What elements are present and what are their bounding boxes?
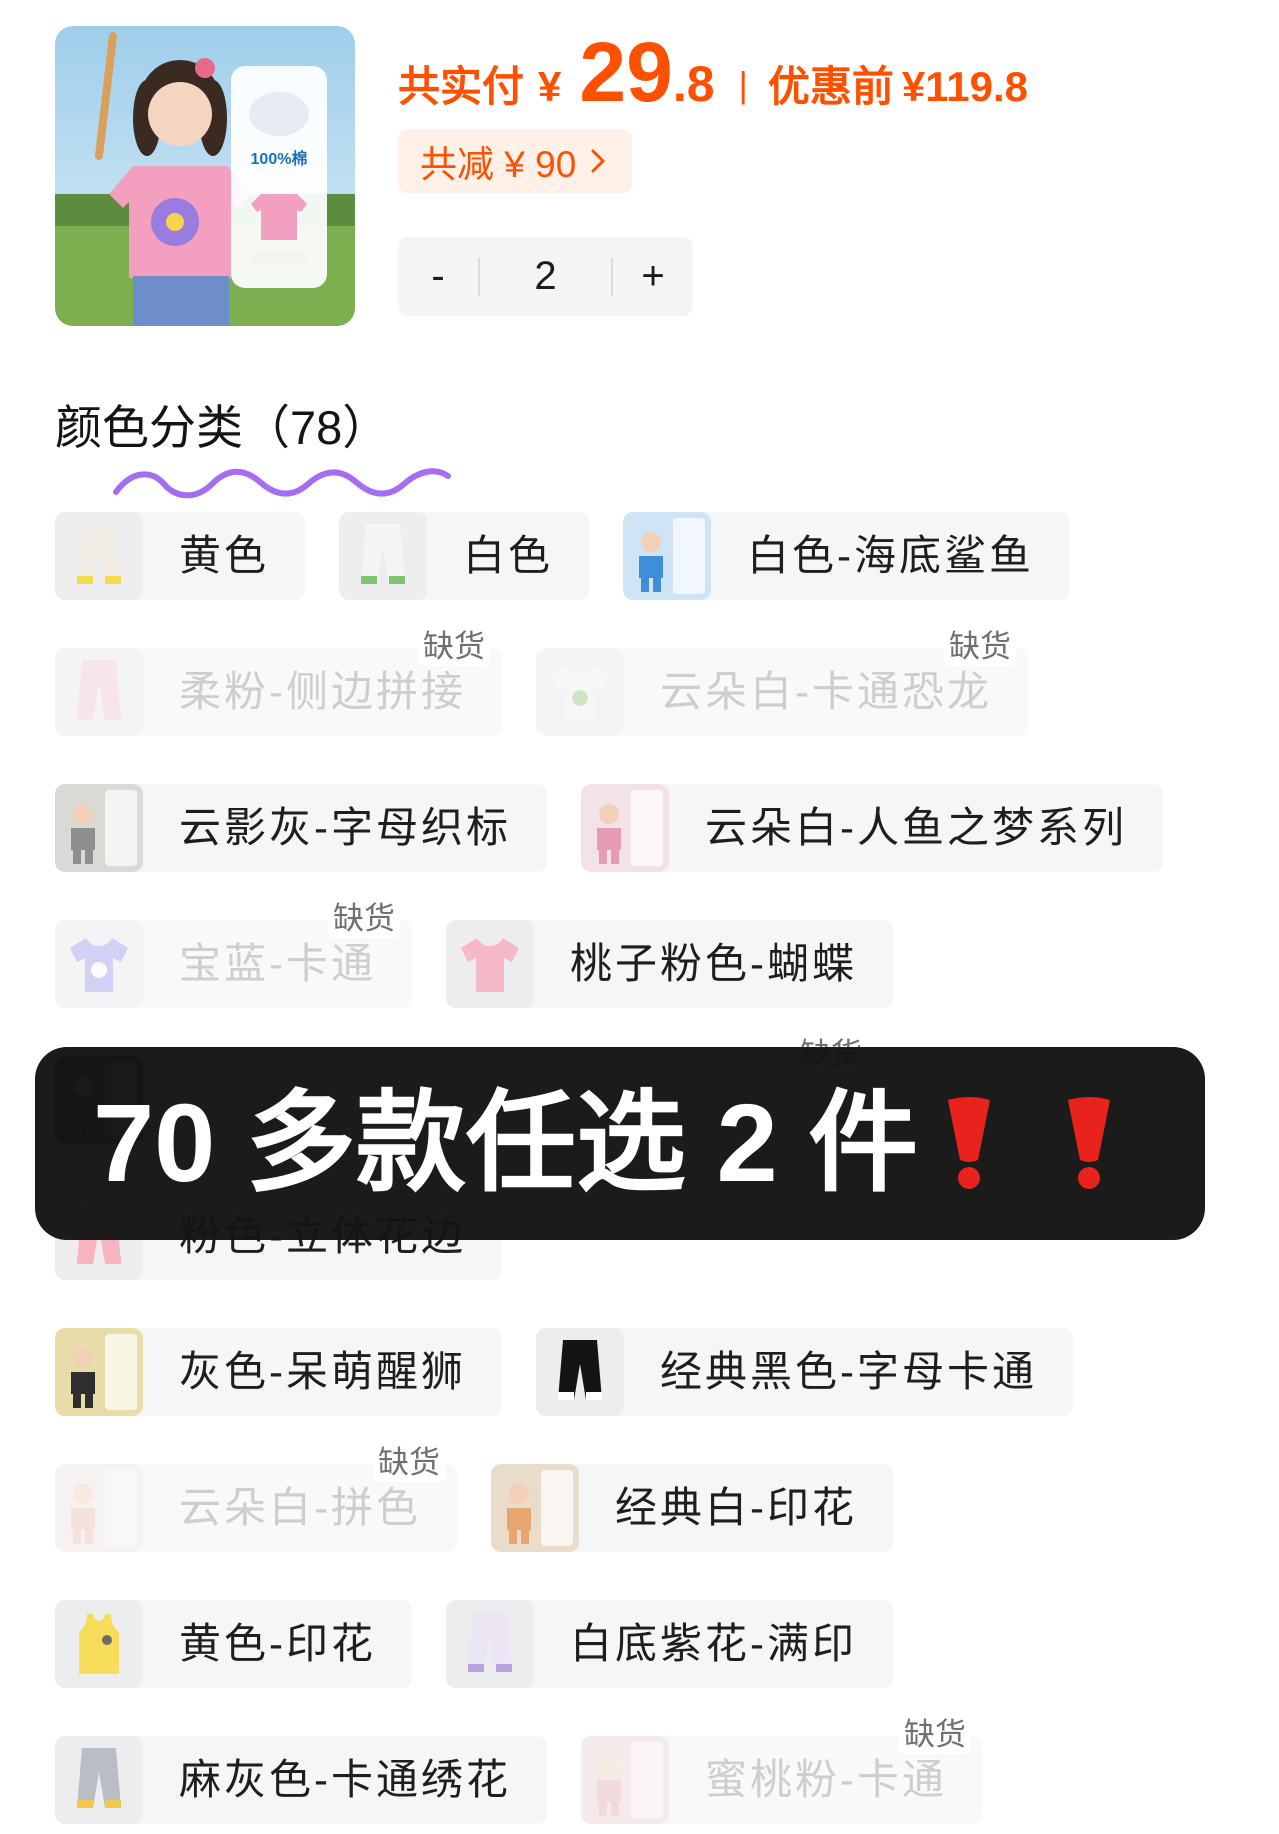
variant-label: 经典白-印花: [615, 1484, 857, 1531]
variant-chip: 云朵白-拼色 缺货: [55, 1444, 457, 1552]
variant-label: 桃子粉色-蝴蝶: [570, 940, 857, 987]
chevron-right-icon: [590, 147, 606, 175]
variant-chip: 蜜桃粉-卡通 缺货: [581, 1716, 983, 1824]
variant-chip[interactable]: 桃子粉色-蝴蝶: [446, 920, 893, 1008]
variant-thumbnail: [581, 1736, 669, 1824]
discount-label: 共减 ¥ 90: [420, 144, 577, 185]
variant-chip[interactable]: 白色-海底鲨鱼: [623, 512, 1071, 600]
currency-symbol: ¥: [538, 63, 562, 110]
variant-row: 云影灰-字母织标 云朵白-人鱼之梦系列: [55, 784, 1163, 872]
increase-quantity-button[interactable]: +: [613, 237, 693, 316]
variant-thumbnail: [55, 1736, 143, 1824]
variant-label: 云朵白-拼色: [179, 1484, 421, 1531]
variant-thumbnail: [55, 1464, 143, 1552]
variant-label: 柔粉-侧边拼接: [179, 668, 466, 715]
variant-thumbnail: [55, 648, 143, 736]
original-price: ¥119.8: [901, 63, 1029, 110]
product-photo: 100%棉: [55, 26, 355, 326]
variant-chip[interactable]: 白底紫花-满印: [446, 1600, 893, 1688]
variant-label: 云影灰-字母织标: [179, 804, 511, 851]
promo-icons: [940, 1096, 1118, 1192]
variant-thumbnail: [339, 512, 428, 600]
variant-label: 云朵白-人鱼之梦系列: [705, 804, 1127, 851]
promo-banner: 70 多款任选 2 件: [35, 1047, 1205, 1240]
variant-chip[interactable]: 黄色-印花: [55, 1600, 412, 1688]
variant-label: 云朵白-卡通恐龙: [660, 668, 992, 715]
variant-label: 蜜桃粉-卡通: [705, 1756, 947, 1803]
variant-row: 宝蓝-卡通 缺货 桃子粉色-蝴蝶: [55, 900, 1163, 1008]
variant-thumbnail: [55, 1600, 143, 1688]
promo-text: 70 多款任选 2 件: [93, 1081, 919, 1205]
decrease-quantity-button[interactable]: -: [398, 237, 478, 316]
variant-thumbnail: [55, 920, 143, 1008]
variant-chip[interactable]: 麻灰色-卡通绣花: [55, 1736, 547, 1824]
variant-label: 白色-海底鲨鱼: [747, 532, 1035, 579]
paid-price-integer: 29: [579, 25, 673, 119]
variant-thumbnail: [491, 1464, 579, 1552]
original-price-label: 优惠前: [767, 63, 894, 110]
out-of-stock-tag: 缺货: [328, 900, 400, 938]
variant-thumbnail: [623, 512, 712, 600]
variant-row: 麻灰色-卡通绣花 蜜桃粉-卡通 缺货: [55, 1716, 1163, 1824]
variant-label: 白底紫花-满印: [570, 1620, 857, 1667]
quantity-stepper: - 2 +: [398, 237, 693, 316]
variant-section-title: 颜色分类（78）: [55, 401, 390, 454]
variant-label: 白色: [463, 532, 554, 579]
variant-thumbnail: [55, 784, 143, 872]
variant-chip[interactable]: 灰色-呆萌醒狮: [55, 1328, 502, 1416]
variant-label: 麻灰色-卡通绣花: [179, 1756, 511, 1803]
price-line: 共实付 ¥ 29 .8 | 优惠前 ¥119.8: [398, 30, 1028, 114]
variant-row: 云朵白-拼色 缺货 经典白-印花: [55, 1444, 1163, 1552]
variant-chip: 宝蓝-卡通 缺货: [55, 900, 412, 1008]
variant-thumbnail: [581, 784, 669, 872]
variant-label: 宝蓝-卡通: [179, 940, 376, 987]
variant-row: 灰色-呆萌醒狮 经典黑色-字母卡通: [55, 1328, 1163, 1416]
variant-thumbnail: [55, 512, 143, 600]
variant-chip: 柔粉-侧边拼接 缺货: [55, 628, 502, 736]
discount-badge[interactable]: 共减 ¥ 90: [398, 129, 633, 193]
out-of-stock-tag: 缺货: [899, 1716, 971, 1754]
out-of-stock-tag: 缺货: [944, 628, 1016, 666]
wavy-underline-icon: [113, 468, 451, 499]
variant-label: 灰色-呆萌醒狮: [179, 1348, 466, 1395]
variant-row: 黄色 白色 白色-海底鲨鱼: [55, 512, 1163, 600]
price-separator: |: [738, 64, 748, 105]
variant-chip[interactable]: 经典黑色-字母卡通: [536, 1328, 1073, 1416]
variant-chip[interactable]: 云朵白-人鱼之梦系列: [581, 784, 1163, 872]
variant-row: 黄色-印花 白底紫花-满印: [55, 1600, 1163, 1688]
variant-row: 柔粉-侧边拼接 缺货 云朵白-卡通恐龙 缺货: [55, 628, 1163, 736]
exclamation-icon: [940, 1096, 998, 1192]
variant-chip: 云朵白-卡通恐龙 缺货: [536, 628, 1028, 736]
variant-thumbnail: [536, 1328, 624, 1416]
paid-price-decimal: .8: [672, 56, 715, 112]
variant-chip[interactable]: 白色: [339, 512, 590, 600]
variant-chip[interactable]: 经典白-印花: [491, 1464, 893, 1552]
variant-label: 经典黑色-字母卡通: [660, 1348, 1037, 1395]
variant-thumbnail: [446, 920, 534, 1008]
product-image[interactable]: 100%棉: [55, 26, 355, 326]
variant-label: 黄色: [179, 532, 270, 579]
out-of-stock-tag: 缺货: [418, 628, 490, 666]
exclamation-icon: [1060, 1096, 1118, 1192]
variant-thumbnail: [446, 1600, 534, 1688]
quantity-value[interactable]: 2: [480, 254, 611, 299]
variant-label: 黄色-印花: [179, 1620, 376, 1667]
out-of-stock-tag: 缺货: [373, 1444, 445, 1482]
variant-chip[interactable]: 云影灰-字母织标: [55, 784, 547, 872]
variant-thumbnail: [536, 648, 624, 736]
variant-thumbnail: [55, 1328, 143, 1416]
variant-chip[interactable]: 黄色: [55, 512, 306, 600]
product-badge-text: 100%棉: [251, 149, 308, 168]
paid-label: 共实付: [398, 63, 525, 110]
